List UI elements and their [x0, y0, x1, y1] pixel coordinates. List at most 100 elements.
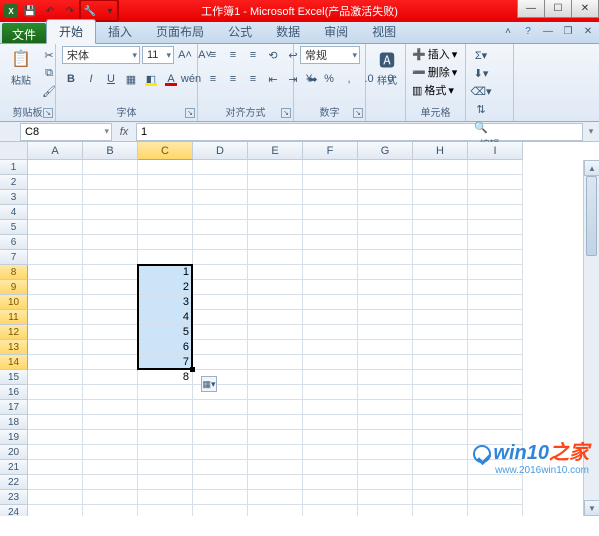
cell[interactable] — [413, 235, 468, 250]
cell[interactable] — [358, 340, 413, 355]
cell[interactable] — [193, 250, 248, 265]
cell[interactable] — [83, 265, 138, 280]
cell[interactable]: 1 — [138, 265, 193, 280]
cell[interactable] — [468, 415, 523, 430]
cell[interactable] — [138, 385, 193, 400]
cell[interactable] — [193, 460, 248, 475]
column-header[interactable]: B — [83, 142, 138, 160]
row-header[interactable]: 3 — [0, 190, 28, 205]
cell[interactable] — [303, 355, 358, 370]
comma-icon[interactable]: , — [340, 70, 358, 88]
cell[interactable] — [28, 295, 83, 310]
cell[interactable] — [303, 325, 358, 340]
cell[interactable] — [413, 400, 468, 415]
cell[interactable] — [28, 370, 83, 385]
cell[interactable] — [28, 280, 83, 295]
cell[interactable] — [413, 280, 468, 295]
row-header[interactable]: 20 — [0, 445, 28, 460]
cell[interactable] — [138, 430, 193, 445]
percent-icon[interactable]: % — [320, 70, 338, 88]
cell[interactable] — [468, 490, 523, 505]
align-left-icon[interactable]: ≡ — [204, 70, 222, 88]
align-bottom-icon[interactable]: ≡ — [244, 46, 262, 64]
cell[interactable] — [358, 190, 413, 205]
undo-icon[interactable]: ↶ — [42, 3, 58, 19]
cell[interactable] — [303, 385, 358, 400]
cell[interactable] — [413, 505, 468, 516]
cell[interactable] — [413, 325, 468, 340]
cell[interactable] — [303, 445, 358, 460]
cell[interactable] — [358, 385, 413, 400]
cell[interactable] — [358, 505, 413, 516]
cell[interactable] — [28, 400, 83, 415]
cell[interactable]: 8 — [138, 370, 193, 385]
cell[interactable] — [468, 220, 523, 235]
delete-button[interactable]: ➖删除▾ — [412, 64, 457, 80]
cell[interactable] — [468, 205, 523, 220]
row-header[interactable]: 2 — [0, 175, 28, 190]
cell[interactable] — [83, 445, 138, 460]
cell[interactable] — [193, 205, 248, 220]
cell[interactable] — [413, 430, 468, 445]
cell[interactable] — [358, 490, 413, 505]
increase-font-icon[interactable]: A˄ — [176, 46, 194, 64]
cell[interactable]: 7 — [138, 355, 193, 370]
cell[interactable] — [83, 370, 138, 385]
font-size-combo[interactable]: 11 — [142, 46, 174, 64]
cell[interactable] — [28, 460, 83, 475]
insert-button[interactable]: ➕插入▾ — [412, 46, 457, 62]
number-format-combo[interactable]: 常规 — [300, 46, 360, 64]
row-header[interactable]: 13 — [0, 340, 28, 355]
cell[interactable] — [358, 160, 413, 175]
row-header[interactable]: 15 — [0, 370, 28, 385]
cell[interactable] — [468, 295, 523, 310]
formula-input[interactable]: 1 — [136, 123, 583, 141]
font-name-combo[interactable]: 宋体 — [62, 46, 140, 64]
cell[interactable] — [303, 370, 358, 385]
cell[interactable] — [138, 220, 193, 235]
tab-insert[interactable]: 插入 — [96, 20, 144, 43]
cell[interactable] — [468, 190, 523, 205]
cell[interactable] — [468, 310, 523, 325]
cell[interactable] — [303, 415, 358, 430]
cell[interactable] — [248, 430, 303, 445]
cell[interactable] — [28, 235, 83, 250]
font-color-icon[interactable]: A — [162, 70, 180, 88]
cell[interactable] — [303, 160, 358, 175]
row-header[interactable]: 12 — [0, 325, 28, 340]
custom-qat-icon[interactable]: 🔧 — [82, 3, 98, 19]
cell[interactable] — [358, 370, 413, 385]
cell[interactable] — [248, 280, 303, 295]
fill-icon[interactable]: ⬇▾ — [472, 64, 490, 82]
tab-view[interactable]: 视图 — [360, 20, 408, 43]
cell[interactable] — [248, 190, 303, 205]
cell[interactable] — [83, 295, 138, 310]
workbook-close-icon[interactable]: ✕ — [581, 24, 595, 38]
cell[interactable] — [138, 205, 193, 220]
find-icon[interactable]: 🔍 — [472, 118, 490, 136]
cell[interactable] — [138, 445, 193, 460]
name-box[interactable]: C8 — [20, 123, 112, 141]
cell[interactable] — [28, 160, 83, 175]
cell[interactable] — [83, 385, 138, 400]
cell[interactable] — [138, 190, 193, 205]
row-header[interactable]: 4 — [0, 205, 28, 220]
cell[interactable] — [193, 265, 248, 280]
cell[interactable] — [303, 220, 358, 235]
number-launcher-icon[interactable]: ↘ — [353, 108, 363, 118]
fill-handle[interactable] — [190, 367, 195, 372]
close-button[interactable]: ✕ — [571, 0, 599, 18]
cell[interactable] — [468, 385, 523, 400]
cell[interactable] — [413, 295, 468, 310]
cell[interactable] — [468, 340, 523, 355]
cell[interactable] — [138, 415, 193, 430]
column-header[interactable]: D — [193, 142, 248, 160]
scroll-down-icon[interactable]: ▼ — [584, 500, 599, 516]
cell[interactable] — [248, 325, 303, 340]
cell[interactable] — [28, 385, 83, 400]
cell[interactable] — [303, 280, 358, 295]
cell[interactable] — [138, 235, 193, 250]
cell[interactable] — [358, 205, 413, 220]
cell[interactable] — [303, 205, 358, 220]
cell[interactable] — [358, 280, 413, 295]
